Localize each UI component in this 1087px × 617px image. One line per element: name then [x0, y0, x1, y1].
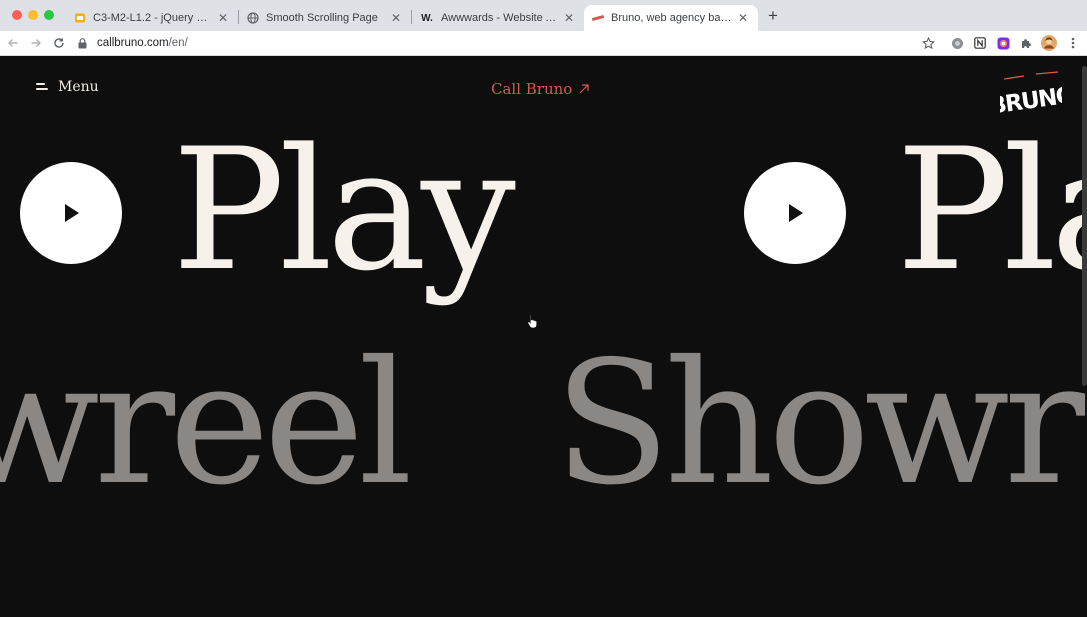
profile-avatar[interactable]: [1041, 35, 1057, 51]
tab-title: C3-M2-L1.2 - jQuery Page Loc: [93, 12, 212, 24]
notion-icon[interactable]: [972, 35, 988, 51]
address-bar[interactable]: callbruno.com/en/: [78, 33, 944, 53]
reload-icon: [54, 38, 64, 48]
play-button[interactable]: [20, 162, 122, 264]
menu-button[interactable]: Menu: [36, 79, 99, 95]
browser-tab-bar: C3-M2-L1.2 - jQuery Page Loc ✕ Smooth Sc…: [0, 0, 1087, 31]
globe-icon: [247, 12, 259, 24]
extensions-puzzle-icon[interactable]: [1018, 35, 1034, 51]
arrow-right-icon: [31, 39, 41, 47]
play-icon: [65, 204, 79, 222]
page-scrollbar[interactable]: [1082, 66, 1087, 386]
play-button[interactable]: [744, 162, 846, 264]
more-menu-icon[interactable]: [1065, 35, 1081, 51]
showreel-text: Showreel: [0, 325, 413, 523]
tab-title: Smooth Scrolling Page: [266, 12, 378, 24]
browser-toolbar: callbruno.com/en/: [0, 31, 1087, 56]
play-text: Play: [172, 112, 516, 308]
tab-title: Bruno, web agency based in C: [611, 12, 732, 24]
tab-close-icon[interactable]: ✕: [736, 11, 750, 25]
tab-close-icon[interactable]: ✕: [216, 11, 230, 25]
play-showreel-marquee[interactable]: Play Play: [0, 126, 1087, 316]
tab-smooth-scrolling[interactable]: Smooth Scrolling Page ✕: [239, 5, 411, 31]
play-icon: [789, 204, 803, 222]
color-extension-icon[interactable]: [995, 35, 1011, 51]
tab-c3-m2[interactable]: C3-M2-L1.2 - jQuery Page Loc ✕: [66, 5, 238, 31]
arrow-up-right-icon: [579, 84, 589, 94]
url-host: callbruno.com: [97, 37, 169, 49]
window-minimize-button[interactable]: [28, 10, 38, 20]
back-button[interactable]: [4, 34, 22, 52]
bookmark-star-icon[interactable]: [920, 35, 936, 51]
new-tab-button[interactable]: +: [764, 7, 782, 25]
bruno-page: Menu Call Bruno BRUNO Play Play Showreel…: [0, 56, 1087, 617]
tab-awwwards[interactable]: W. Awwwards - Website Awards - ✕: [412, 5, 584, 31]
showreel-text: Showreel: [554, 325, 1087, 523]
mouse-pointer-icon: [527, 313, 538, 328]
play-text: Play: [896, 112, 1087, 308]
awwwards-icon: W.: [421, 12, 433, 24]
window-zoom-button[interactable]: [44, 10, 54, 20]
reload-button[interactable]: [50, 34, 68, 52]
tab-close-icon[interactable]: ✕: [562, 11, 576, 25]
extension-circle-icon[interactable]: [949, 35, 965, 51]
tab-bruno[interactable]: Bruno, web agency based in C ✕: [584, 5, 758, 31]
menu-icon: [36, 83, 48, 91]
tab-title: Awwwards - Website Awards -: [441, 12, 558, 24]
call-bruno-label: Call Bruno: [491, 80, 573, 98]
tab-close-icon[interactable]: ✕: [389, 11, 403, 25]
forward-button[interactable]: [27, 34, 45, 52]
bruno-icon: [592, 12, 604, 24]
menu-label: Menu: [58, 79, 99, 95]
lock-icon: [78, 37, 88, 49]
url-path: /en/: [168, 37, 188, 49]
call-bruno-link[interactable]: Call Bruno: [491, 80, 590, 98]
slides-icon: [74, 12, 86, 24]
arrow-left-icon: [8, 39, 18, 47]
window-close-button[interactable]: [12, 10, 22, 20]
